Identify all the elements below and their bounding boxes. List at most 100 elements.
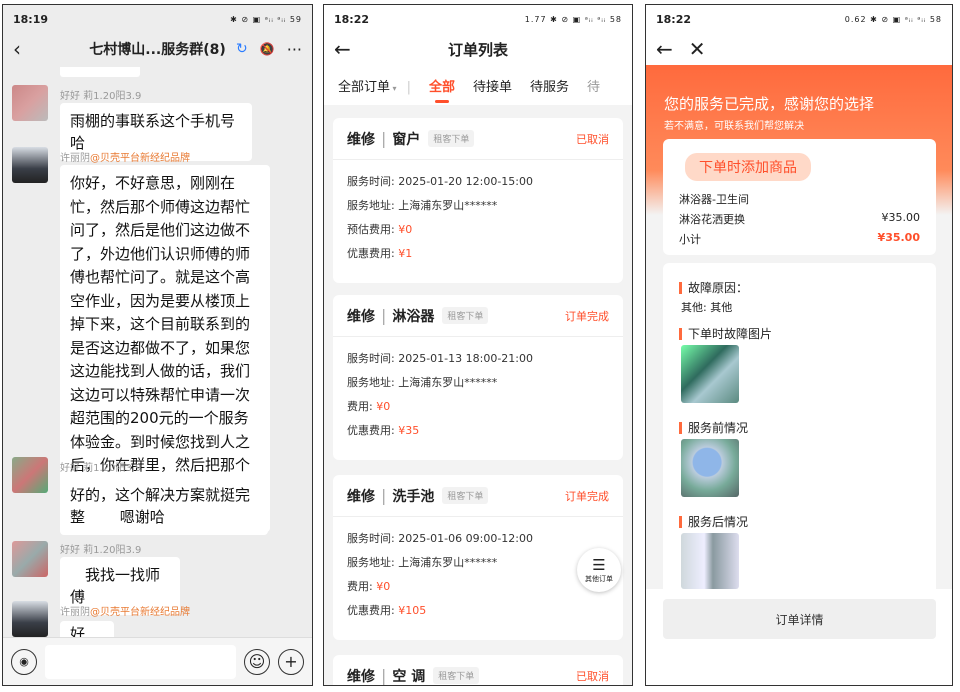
order-info-row: 服务地址: 上海浦东罗山****** (347, 556, 498, 569)
after-service-photo[interactable] (681, 533, 739, 589)
before-service-photo[interactable] (681, 439, 739, 497)
order-type: 维修 (347, 668, 375, 685)
detail-title-bar: ← ✕ (646, 33, 952, 65)
order-tabs: 全部订单 ▾ | 全部 待接单 待服务 待 (324, 65, 632, 105)
divider: | (381, 306, 387, 325)
order-card-header: 维修 | 洗手池 租客下单 订单完成 (333, 475, 623, 517)
fault-photo[interactable] (681, 345, 739, 403)
completion-headline: 您的服务已完成，感谢您的选择 (664, 95, 875, 113)
order-info-row: 服务时间: 2025-01-06 09:00-12:00 (347, 532, 533, 545)
order-card[interactable]: 维修 | 窗户 租客下单 已取消 服务时间: 2025-01-20 12:00-15:00… (333, 118, 623, 283)
order-source-badge: 租客下单 (442, 487, 489, 504)
voice-icon[interactable]: ◉ (11, 648, 37, 675)
divider: | (381, 666, 387, 685)
order-title-bar: ← 订单列表 (324, 33, 632, 65)
fault-info-card: 故障原因： 其他: 其他 下单时故障图片 服务前情况 服务后情况 (663, 263, 936, 589)
more-icon[interactable]: ··· (287, 40, 302, 59)
message-bubble[interactable]: 好的，这个解决方案就挺完整 嗯谢哈 (60, 477, 268, 535)
item-category: 淋浴器-卫生间 (679, 193, 749, 206)
before-service-title: 服务前情况 (679, 419, 748, 436)
order-info-row: 服务时间: 2025-01-20 12:00-15:00 (347, 175, 533, 188)
item-row: 淋浴花洒更换 ¥35.00 (679, 211, 920, 226)
sender-name: 好好 莉1.20阳3.9 (60, 463, 142, 474)
order-type: 维修 (347, 308, 375, 325)
chevron-down-icon: ▾ (390, 83, 397, 93)
order-status: 已取消 (576, 132, 609, 146)
order-details-button[interactable]: 订单详情 (663, 599, 936, 639)
chat-title-bar: ‹ 七村博山...服务群(8) ↻ 🔕 ··· (3, 33, 312, 65)
status-icons: 1.77 ✱ ⊘ ▣ ᵃᵢᵢ ᵃᵢᵢ 58 (524, 14, 622, 24)
added-items-label: 下单时添加商品 (685, 153, 811, 181)
status-icons: 0.62 ✱ ⊘ ▣ ᵃᵢᵢ ᵃᵢᵢ 58 (844, 14, 942, 24)
order-status: 订单完成 (565, 309, 609, 323)
divider: | (381, 486, 387, 505)
status-bar: 18:22 0.62 ✱ ⊘ ▣ ᵃᵢᵢ ᵃᵢᵢ 58 (646, 5, 952, 33)
fault-photo-title: 下单时故障图片 (679, 325, 772, 342)
back-arrow-icon[interactable]: ← (334, 39, 351, 59)
tab-pending-accept[interactable]: 待接单 (473, 76, 512, 95)
avatar[interactable] (12, 541, 48, 577)
plus-icon[interactable]: + (278, 648, 304, 675)
other-orders-label: 其他订单 (585, 575, 613, 583)
after-service-title: 服务后情况 (679, 513, 748, 530)
order-card-header: 维修 | 空 调租客下单 已取消 (333, 655, 623, 685)
order-info-row: 费用: ¥0 (347, 580, 391, 593)
back-arrow-icon[interactable]: ← (656, 39, 673, 59)
order-info: 服务时间: 2025-01-20 12:00-15:00 服务地址: 上海浦东罗山… (333, 160, 623, 272)
tab-more[interactable]: 待 (587, 76, 600, 95)
status-time: 18:22 (656, 12, 692, 26)
org-tag: @贝壳平台新经纪品牌 (90, 153, 190, 164)
avatar[interactable] (12, 85, 48, 121)
emoji-icon[interactable]: ☺ (244, 648, 270, 675)
order-card-header: 维修 | 窗户 租客下单 已取消 (333, 118, 623, 160)
order-info-row: 服务时间: 2025-01-13 18:00-21:00 (347, 352, 533, 365)
sender-name: 好好 莉1.20阳3.9 (60, 545, 142, 556)
order-type: 维修 (347, 131, 375, 148)
page-title: 订单列表 (447, 40, 508, 59)
order-source-badge: 租客下单 (442, 307, 489, 324)
divider: | (381, 129, 387, 148)
divider: | (406, 79, 411, 95)
order-info-row: 优惠费用: ¥35 (347, 424, 420, 437)
status-time: 18:22 (334, 12, 370, 26)
sender-name: 好好 莉1.20阳3.9 (60, 91, 142, 102)
mute-bell-icon[interactable]: 🔕 (260, 42, 275, 56)
previous-message-tail (60, 67, 140, 77)
sender-name: 许丽阴@贝壳平台新经纪品牌 (60, 153, 190, 164)
message-input[interactable] (45, 644, 236, 679)
order-detail-screen: 18:22 0.62 ✱ ⊘ ▣ ᵃᵢᵢ ᵃᵢᵢ 58 ← ✕ 您的服务已完成，… (645, 4, 953, 686)
order-list-icon: ☰ (592, 556, 606, 574)
chat-screen: 18:19 ✱ ⊘ ▣ ᵃᵢᵢ ᵃᵢᵢ 59 ‹ 七村博山...服务群(8) ↻… (2, 4, 313, 686)
order-type: 维修 (347, 488, 375, 505)
sender-name: 许丽阴@贝壳平台新经纪品牌 (60, 607, 190, 618)
order-card[interactable]: 维修 | 淋浴器 租客下单 订单完成 服务时间: 2025-01-13 18:00-21:… (333, 295, 623, 460)
order-source-badge: 租客下单 (428, 130, 475, 147)
avatar[interactable] (12, 147, 48, 183)
status-bar: 18:22 1.77 ✱ ⊘ ▣ ᵃᵢᵢ ᵃᵢᵢ 58 (324, 5, 632, 33)
order-info-row: 费用: ¥0 (347, 400, 391, 413)
order-card[interactable]: 维修 | 空 调租客下单 已取消 (333, 655, 623, 685)
tab-all-orders[interactable]: 全部订单 ▾ | (338, 76, 411, 95)
avatar[interactable] (12, 601, 48, 637)
fault-reason-title: 故障原因： (679, 279, 748, 296)
order-card-header: 维修 | 淋浴器 租客下单 订单完成 (333, 295, 623, 337)
order-list-screen: 18:22 1.77 ✱ ⊘ ▣ ᵃᵢᵢ ᵃᵢᵢ 58 ← 订单列表 全部订单 … (323, 4, 633, 686)
subtotal-row: 小计 ¥35.00 (679, 231, 920, 246)
order-info-row: 服务地址: 上海浦东罗山****** (347, 376, 498, 389)
order-info: 服务时间: 2025-01-13 18:00-21:00 服务地址: 上海浦东罗山… (333, 337, 623, 449)
sync-icon[interactable]: ↻ (236, 41, 248, 57)
status-time: 18:19 (13, 12, 49, 26)
other-orders-button[interactable]: ☰ 其他订单 (577, 548, 621, 592)
tab-pending-service[interactable]: 待服务 (530, 76, 569, 95)
status-icons: ✱ ⊘ ▣ ᵃᵢᵢ ᵃᵢᵢ 59 (230, 14, 302, 24)
close-icon[interactable]: ✕ (689, 39, 706, 59)
order-info-row: 优惠费用: ¥1 (347, 247, 413, 260)
order-status: 已取消 (576, 669, 609, 683)
tab-all[interactable]: 全部 (429, 76, 455, 103)
bottom-panel: 订单详情 (646, 589, 952, 685)
avatar[interactable] (12, 457, 48, 493)
back-icon[interactable]: ‹ (13, 39, 21, 59)
order-source-badge: 租客下单 (433, 667, 480, 684)
order-item: 空 调 (392, 668, 426, 685)
order-info-row: 优惠费用: ¥105 (347, 604, 427, 617)
